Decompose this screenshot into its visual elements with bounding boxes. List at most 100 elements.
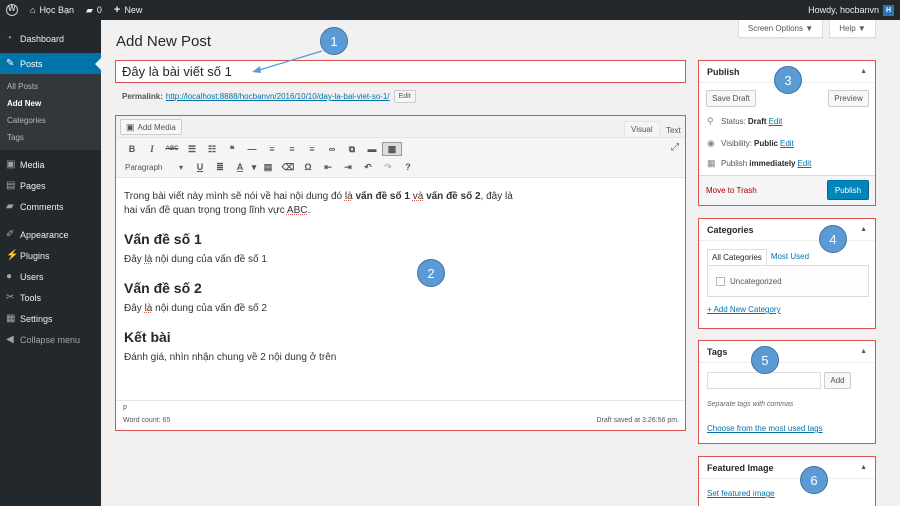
- paste-text-icon[interactable]: ▤: [258, 162, 278, 173]
- fullscreen-expand-icon[interactable]: ⤢: [671, 142, 679, 153]
- comments-link[interactable]: ▰ 0: [80, 0, 108, 20]
- menu-plugins[interactable]: ⚡ Plugins: [0, 245, 101, 266]
- align-right-icon[interactable]: ≡: [302, 144, 322, 154]
- text-color-chevron-icon[interactable]: ▾: [250, 162, 258, 173]
- collapse-arrow-icon[interactable]: ▲: [860, 348, 867, 355]
- menu-posts[interactable]: ✎ Posts: [0, 53, 101, 74]
- submenu-all-posts[interactable]: All Posts: [0, 78, 101, 95]
- appearance-icon: ✐: [6, 229, 15, 240]
- publish-time-row: ▦ Publish immediately Edit: [707, 158, 812, 168]
- numbered-list-icon[interactable]: ☷: [202, 144, 222, 155]
- submenu-tags[interactable]: Tags: [0, 129, 101, 146]
- add-tag-button[interactable]: Add: [824, 372, 851, 389]
- admin-sidebar: ◔ Dashboard ✎ Posts All Posts Add New Cate…: [0, 20, 101, 506]
- help-button[interactable]: Help ▼: [829, 20, 876, 38]
- collapse-arrow-icon[interactable]: ▲: [860, 226, 867, 233]
- status-edit-link[interactable]: Edit: [769, 117, 783, 126]
- heading-1: Vấn đề số 1: [124, 231, 202, 247]
- collapse-icon: ◀: [6, 334, 14, 345]
- editor-content-area[interactable]: Trong bài viết này mình sẽ nói về hai nộ…: [116, 178, 685, 400]
- justify-icon[interactable]: ≣: [210, 162, 230, 173]
- element-path: p: [123, 404, 127, 411]
- indent-icon[interactable]: ⇥: [338, 162, 358, 173]
- menu-comments[interactable]: ▰ Comments: [0, 196, 101, 217]
- italic-icon[interactable]: I: [142, 144, 162, 154]
- strikethrough-icon[interactable]: ABC: [162, 146, 182, 152]
- horizontal-line-icon[interactable]: —: [242, 144, 262, 154]
- publish-button[interactable]: Publish: [827, 180, 869, 200]
- text-color-icon[interactable]: A: [230, 162, 250, 172]
- callout-6: 6: [800, 466, 828, 494]
- align-left-icon[interactable]: ≡: [262, 144, 282, 154]
- intro-paragraph: Trong bài viết này mình sẽ nói về hai nộ…: [124, 191, 513, 216]
- category-checklist: Uncategorized: [707, 265, 869, 297]
- visibility-edit-link[interactable]: Edit: [780, 139, 794, 148]
- calendar-icon: ▦: [707, 158, 716, 168]
- plus-icon: +: [113, 4, 121, 16]
- menu-settings[interactable]: ▦ Settings: [0, 308, 101, 329]
- publish-time-edit-link[interactable]: Edit: [798, 159, 812, 168]
- tab-text[interactable]: Text: [660, 123, 687, 138]
- pin-icon: ⚲: [707, 116, 714, 126]
- post-editor: ▣ Add Media Visual Text B I ABC ☰ ☷ ❝ — …: [115, 115, 686, 431]
- add-new-category-link[interactable]: + Add New Category: [707, 305, 781, 314]
- collapse-arrow-icon[interactable]: ▲: [860, 68, 867, 75]
- read-more-icon[interactable]: ▬: [362, 144, 382, 154]
- menu-media[interactable]: ▣ Media: [0, 154, 101, 175]
- account-menu[interactable]: Howdy, hocbanvn H: [808, 4, 900, 16]
- add-media-button[interactable]: ▣ Add Media: [120, 119, 182, 135]
- preview-button[interactable]: Preview: [828, 90, 869, 107]
- uncategorized-checkbox[interactable]: [716, 276, 725, 286]
- dashboard-icon: ◔: [6, 33, 13, 44]
- categories-box-header[interactable]: Categories ▲: [699, 219, 875, 241]
- tab-visual[interactable]: Visual: [624, 121, 660, 136]
- bold-icon[interactable]: B: [122, 144, 142, 154]
- submenu-categories[interactable]: Categories: [0, 112, 101, 129]
- post-title-input[interactable]: [116, 61, 685, 82]
- menu-appearance[interactable]: ✐ Appearance: [0, 224, 101, 245]
- paragraph-format-select[interactable]: Paragraph ▾: [122, 160, 186, 174]
- draft-saved-status: Draft saved at 3:26:56 pm.: [596, 417, 680, 424]
- set-featured-image-link[interactable]: Set featured image: [707, 489, 775, 498]
- new-content-link[interactable]: + New: [108, 0, 148, 20]
- visibility-row: ◉ Visibility: Public Edit: [707, 138, 794, 148]
- status-row: ⚲ Status: Draft Edit: [707, 116, 783, 126]
- save-draft-button[interactable]: Save Draft: [706, 90, 756, 107]
- wordpress-logo-icon[interactable]: [0, 0, 24, 20]
- plugins-icon: ⚡: [6, 250, 19, 261]
- bullet-list-icon[interactable]: ☰: [182, 144, 202, 155]
- blockquote-icon[interactable]: ❝: [222, 144, 242, 155]
- menu-pages[interactable]: ▤ Pages: [0, 175, 101, 196]
- remove-link-icon[interactable]: ⧉: [342, 144, 362, 155]
- align-center-icon[interactable]: ≡: [282, 144, 302, 154]
- menu-collapse[interactable]: ◀ Collapse menu: [0, 329, 101, 350]
- insert-link-icon[interactable]: ∞: [322, 144, 342, 154]
- redo-icon[interactable]: ↷: [378, 162, 398, 173]
- editor-status-bar: p Word count: 65 Draft saved at 3:26:56 …: [116, 400, 685, 428]
- clear-formatting-icon[interactable]: ⌫: [278, 162, 298, 173]
- outdent-icon[interactable]: ⇤: [318, 162, 338, 173]
- menu-users[interactable]: ● Users: [0, 266, 101, 287]
- menu-tools[interactable]: ✂ Tools: [0, 287, 101, 308]
- choose-most-used-tags-link[interactable]: Choose from the most used tags: [707, 424, 823, 433]
- submenu-add-new[interactable]: Add New: [0, 95, 101, 112]
- move-to-trash-link[interactable]: Move to Trash: [706, 186, 757, 195]
- underline-icon[interactable]: U: [190, 162, 210, 172]
- site-name-link[interactable]: ⌂ Học Bạn: [24, 0, 80, 20]
- featured-image-box-header[interactable]: Featured Image ▲: [699, 457, 875, 479]
- tag-input[interactable]: [707, 372, 821, 389]
- permalink-url-link[interactable]: http://localhost:8888/hocbanvn/2016/10/1…: [166, 92, 390, 101]
- tags-box-header[interactable]: Tags ▲: [699, 341, 875, 363]
- posts-submenu: All Posts Add New Categories Tags: [0, 74, 101, 150]
- help-circle-icon[interactable]: ?: [398, 162, 418, 172]
- collapse-arrow-icon[interactable]: ▲: [860, 464, 867, 471]
- tab-all-categories[interactable]: All Categories: [707, 249, 767, 266]
- menu-dashboard[interactable]: ◔ Dashboard: [0, 28, 101, 49]
- permalink-edit-button[interactable]: Edit: [393, 90, 416, 103]
- undo-icon[interactable]: ↶: [358, 162, 378, 173]
- tab-most-used[interactable]: Most Used: [767, 249, 813, 266]
- special-character-icon[interactable]: Ω: [298, 162, 318, 172]
- users-icon: ●: [6, 271, 13, 282]
- toolbar-toggle-icon[interactable]: ▦: [382, 142, 402, 156]
- screen-options-button[interactable]: Screen Options ▼: [738, 20, 823, 38]
